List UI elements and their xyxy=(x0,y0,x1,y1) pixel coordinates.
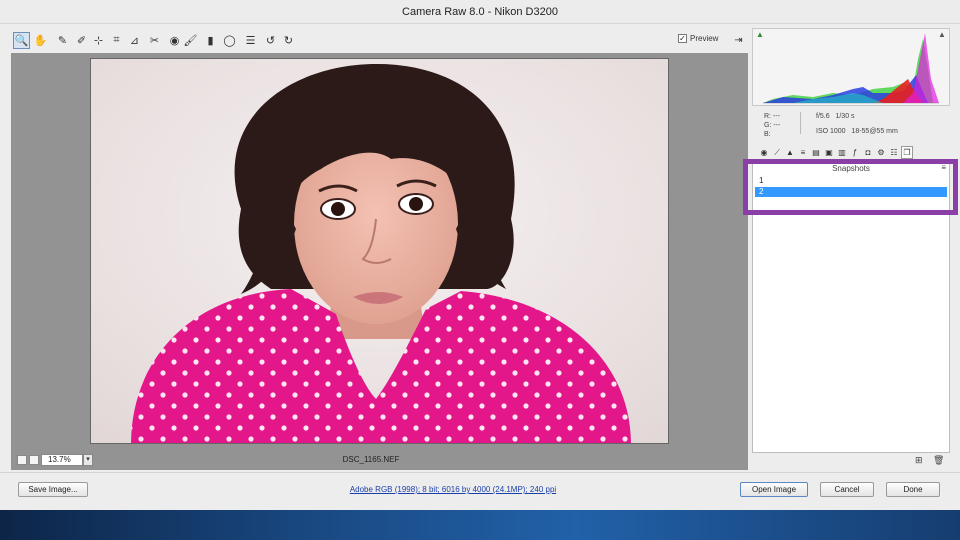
camera-info: R: --- G: --- B: f/5.6 1/30 s ISO 1000 1… xyxy=(752,110,950,144)
panel-tabs: ◉ ⟋ ▲ ≡ ▤ ▣ ▥ ƒ ◘ ⚙ ☷ ❐ xyxy=(758,146,950,160)
workflow-options-link[interactable]: Adobe RGB (1998); 8 bit; 6016 by 4000 (2… xyxy=(330,485,576,494)
straighten-icon: ⊿ xyxy=(129,35,140,47)
rotate-left-icon: ↺ xyxy=(265,35,276,47)
target-icon: ⊹ xyxy=(93,35,104,47)
radial-filter-tool[interactable]: ◯ xyxy=(221,32,238,49)
crop-icon: ⌗ xyxy=(113,34,120,46)
fx-icon: ƒ xyxy=(852,148,858,157)
desktop-taskbar xyxy=(0,510,960,540)
preview-status-bar: 13.7% ▾ DSC_1165.NEF xyxy=(11,450,748,470)
photo-image xyxy=(91,59,668,443)
preview-checkbox[interactable]: ✓ xyxy=(678,34,687,43)
adjustment-brush-tool[interactable]: 🖌 xyxy=(182,32,199,49)
info-divider xyxy=(800,112,801,134)
hand-tool[interactable]: ✋ xyxy=(32,32,49,49)
zoom-tool[interactable]: 🔍 xyxy=(13,32,30,49)
iso-value: ISO 1000 xyxy=(816,128,846,135)
toolbar: 🔍 ✋ ✎ ✐ ⊹ ⌗ ⊿ ✂ ◉ 🖌 ▮ ◯ ☰ ↺ ↻ ✓ Preview ⇥ xyxy=(10,30,750,52)
effects-icon: ▥ xyxy=(838,148,846,157)
delete-snapshot-icon[interactable]: 🗑 xyxy=(933,455,944,466)
snapshots-icon: ❐ xyxy=(903,148,911,157)
rgb-label-r: R: xyxy=(764,113,771,120)
tab-presets[interactable]: ⚙ xyxy=(875,146,887,159)
list-icon: ☰ xyxy=(245,35,256,47)
presets-icon: ⚙ xyxy=(877,148,885,157)
rgb-label-g: G: xyxy=(764,122,772,129)
tab-snapshots[interactable]: ❐ xyxy=(901,146,913,159)
color-sampler-tool[interactable]: ✐ xyxy=(73,32,90,49)
magnifier-icon: 🔍 xyxy=(14,35,29,47)
rgb-label-b: B: xyxy=(764,131,771,138)
histogram: ▲ ▲ xyxy=(752,28,950,106)
spot-removal-icon: ✂ xyxy=(149,35,160,47)
toggle-view-button[interactable] xyxy=(29,455,39,465)
new-snapshot-icon[interactable]: ⊞ xyxy=(915,455,923,466)
aperture-icon: ◉ xyxy=(760,148,768,157)
preview-toggle[interactable]: ✓ Preview xyxy=(678,34,718,43)
red-eye-icon: ◉ xyxy=(169,35,180,47)
rotate-ccw-tool[interactable]: ↺ xyxy=(262,32,279,49)
compare-view-button[interactable] xyxy=(17,455,27,465)
crop-tool[interactable]: ⌗ xyxy=(108,32,125,49)
tab-lens[interactable]: ▣ xyxy=(823,146,835,159)
graduated-filter-tool[interactable]: ▮ xyxy=(202,32,219,49)
save-image-button[interactable]: Save Image... xyxy=(18,482,88,497)
cancel-button[interactable]: Cancel xyxy=(820,482,874,497)
fullscreen-icon: ⇥ xyxy=(734,35,743,46)
image-preview-area[interactable] xyxy=(11,53,748,450)
bottom-bar: Save Image... Adobe RGB (1998); 8 bit; 6… xyxy=(0,472,960,510)
targeted-adjustment-tool[interactable]: ⊹ xyxy=(90,32,107,49)
lens-value: 18-55@55 mm xyxy=(851,128,898,135)
tab-camera-calibration[interactable]: ƒ xyxy=(849,146,861,159)
red-eye-tool[interactable]: ◉ xyxy=(166,32,183,49)
tab-tone-curve[interactable]: ⟋ xyxy=(771,146,783,159)
tab-detail[interactable]: ▲ xyxy=(784,146,796,159)
triangle-icon: ▲ xyxy=(786,148,794,157)
open-image-button[interactable]: Open Image xyxy=(740,482,808,497)
snapshots-highlight-frame xyxy=(743,159,958,215)
graduated-filter-icon: ▮ xyxy=(207,35,214,47)
radial-filter-icon: ◯ xyxy=(223,35,236,47)
histogram-graph xyxy=(763,33,939,104)
eyedropper-icon: ✎ xyxy=(57,35,68,47)
zoom-level-field[interactable]: 13.7% xyxy=(41,454,83,466)
snapshots-footer: ⊞ 🗑 xyxy=(752,454,950,468)
preferences-tool[interactable]: ☰ xyxy=(242,32,259,49)
tab-calibration[interactable]: ◘ xyxy=(862,146,874,159)
spot-removal-tool[interactable]: ✂ xyxy=(146,32,163,49)
tab-basic[interactable]: ◉ xyxy=(758,146,770,159)
fullscreen-button[interactable]: ⇥ xyxy=(730,32,747,49)
aperture-value: f/5.6 xyxy=(816,113,830,120)
rgb-value-r: --- xyxy=(772,113,780,120)
hand-icon: ✋ xyxy=(33,35,48,47)
sliders-icon: ☷ xyxy=(890,148,898,157)
shutter-value: 1/30 s xyxy=(835,113,855,120)
split-icon: ▤ xyxy=(812,148,820,157)
rotate-right-icon: ↻ xyxy=(283,35,294,47)
camera-icon: ◘ xyxy=(865,148,871,157)
right-panel: ▲ ▲ R: --- G: --- B: f/5.6 1/30 s ISO 10… xyxy=(752,28,950,470)
window-title: Camera Raw 8.0 - Nikon D3200 xyxy=(0,0,960,24)
photo-preview xyxy=(90,58,669,444)
done-button[interactable]: Done xyxy=(886,482,940,497)
preview-label: Preview xyxy=(690,34,719,43)
straighten-tool[interactable]: ⊿ xyxy=(126,32,143,49)
tab-effects[interactable]: ▥ xyxy=(836,146,848,159)
file-name: DSC_1165.NEF xyxy=(342,455,400,464)
white-balance-tool[interactable]: ✎ xyxy=(54,32,71,49)
color-sampler-icon: ✐ xyxy=(76,35,87,47)
curve-icon: ⟋ xyxy=(774,147,780,157)
zoom-dropdown-icon[interactable]: ▾ xyxy=(83,454,93,466)
brush-icon: 🖌 xyxy=(183,35,198,47)
stripes-icon: ≡ xyxy=(800,148,806,157)
tab-settings[interactable]: ☷ xyxy=(888,146,900,159)
lens-icon: ▣ xyxy=(825,148,833,157)
rgb-value-g: --- xyxy=(773,122,781,129)
tab-split-toning[interactable]: ▤ xyxy=(810,146,822,159)
rotate-cw-tool[interactable]: ↻ xyxy=(280,32,297,49)
tab-hsl[interactable]: ≡ xyxy=(797,146,809,159)
